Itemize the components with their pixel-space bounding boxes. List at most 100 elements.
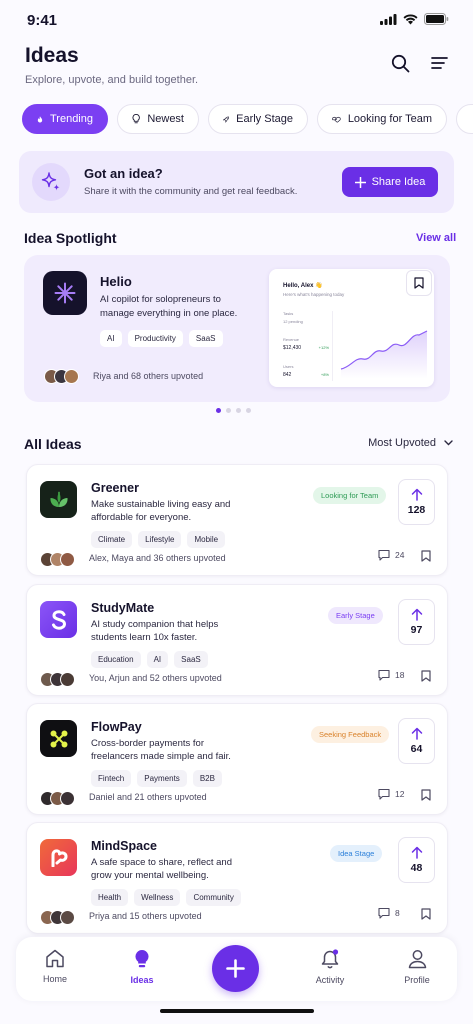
tag: Lifestyle [138, 531, 182, 548]
status-badge: Seeking Feedback [311, 726, 390, 743]
upvote-button[interactable]: 128 [398, 479, 435, 525]
chip-looking-for-team[interactable]: Looking for Team [317, 104, 447, 134]
comments-button[interactable]: 18 [378, 669, 404, 681]
banner-subtitle: Share it with the community and get real… [84, 186, 298, 197]
idea-card-studymate[interactable]: StudyMate AI study companion that helps … [26, 584, 448, 696]
idea-name: StudyMate [91, 601, 155, 615]
chip-label: Trending [49, 113, 93, 125]
arrow-up-icon [411, 608, 422, 621]
idea-card-flowpay[interactable]: FlowPay Cross-border payments for freela… [26, 703, 448, 815]
chip-label: Early Stage [236, 113, 293, 125]
preview-value: 842 [283, 372, 292, 378]
comments-button[interactable]: 8 [378, 907, 400, 919]
carousel-dot[interactable] [226, 408, 231, 413]
upvoter-avatars [40, 910, 75, 925]
spotlight-bookmark-button[interactable] [406, 270, 432, 296]
bookmark-icon [421, 908, 431, 920]
tab-activity[interactable]: Activity [300, 949, 360, 985]
comments-button[interactable]: 12 [378, 788, 404, 800]
user-icon [408, 950, 426, 969]
chip-label: Looking for Team [347, 113, 432, 125]
spotlight-description: AI copilot for solopreneurs to manage ev… [100, 294, 238, 319]
sort-dropdown[interactable]: Most Upvoted [368, 437, 453, 449]
tab-ideas[interactable]: Ideas [112, 949, 172, 985]
page-subtitle: Explore, upvote, and build together. [25, 74, 199, 86]
helio-logo [43, 271, 87, 315]
share-idea-label: Share Idea [371, 176, 426, 188]
tab-profile[interactable]: Profile [387, 949, 447, 985]
upvote-button[interactable]: 64 [398, 718, 435, 764]
comment-icon [378, 907, 390, 919]
chevron-down-icon [444, 440, 453, 446]
tab-label: Profile [404, 975, 430, 985]
bookmark-button[interactable] [421, 549, 431, 567]
bookmark-button[interactable] [421, 788, 431, 806]
carousel-dot[interactable] [236, 408, 241, 413]
add-idea-button[interactable] [212, 945, 259, 992]
preview-label: Revenue [283, 337, 300, 342]
idea-tags: Climate Lifestyle Mobile [91, 531, 226, 548]
tag: Education [91, 651, 141, 668]
spotlight-name: Helio [100, 274, 132, 289]
battery-icon [424, 13, 449, 25]
comment-count: 24 [395, 550, 405, 560]
tag: Wellness [134, 889, 181, 906]
mind-icon [51, 848, 67, 867]
studymate-logo [40, 601, 77, 638]
preview-stats: Tasks 12 pending Revenue $12,430 +12% Use… [283, 311, 333, 381]
bookmark-button[interactable] [421, 907, 431, 925]
filter-button[interactable] [428, 52, 450, 74]
tab-label: Activity [315, 975, 345, 985]
upvote-button[interactable]: 48 [398, 837, 435, 883]
comment-icon [378, 788, 390, 800]
carousel-dots[interactable] [216, 408, 251, 413]
tab-label: Home [42, 974, 67, 984]
spotlight-card[interactable]: Helio AI copilot for solopreneurs to man… [24, 255, 450, 402]
comment-icon [378, 669, 390, 681]
carousel-dot[interactable] [216, 408, 221, 413]
tag: Fintech [91, 770, 132, 787]
share-idea-button[interactable]: Share Idea [342, 167, 438, 197]
leaf-icon [49, 491, 68, 508]
comments-button[interactable]: 24 [378, 549, 404, 561]
chip-label: Newest [147, 113, 184, 125]
bookmark-button[interactable] [421, 669, 431, 687]
idea-card-mindspace[interactable]: MindSpace A safe space to share, reflect… [26, 822, 448, 934]
flowpay-logo [40, 720, 77, 757]
wifi-icon [403, 13, 418, 24]
chip-more[interactable] [456, 104, 473, 134]
rocket-icon [223, 116, 229, 123]
bottom-tab-bar: Home Ideas Activity Profile [16, 937, 457, 1001]
bookmark-icon [414, 277, 424, 289]
status-icons [380, 13, 449, 25]
idea-card-greener[interactable]: Greener Make sustainable living easy and… [26, 464, 448, 576]
carousel-dot[interactable] [246, 408, 251, 413]
all-ideas-title: All Ideas [24, 436, 82, 452]
search-button[interactable] [389, 52, 411, 74]
tag: Health [91, 889, 129, 906]
avatar [60, 672, 75, 687]
status-badge: Idea Stage [330, 845, 383, 862]
avatar [60, 552, 75, 567]
asterisk-icon [54, 282, 76, 304]
bookmark-icon [421, 550, 431, 562]
tab-home[interactable]: Home [25, 949, 85, 984]
chip-trending[interactable]: Trending [22, 104, 108, 134]
tag: Mobile [187, 531, 226, 548]
view-all-link[interactable]: View all [416, 232, 456, 244]
upvote-button[interactable]: 97 [398, 599, 435, 645]
tag: AI [100, 330, 122, 347]
tag: Climate [91, 531, 133, 548]
upvoter-avatars [40, 552, 75, 567]
chip-newest[interactable]: Newest [117, 104, 199, 134]
preview-greeting: Hello, Alex 👋 [283, 283, 323, 289]
spotlight-section-title: Idea Spotlight [24, 230, 117, 246]
letter-s-icon [51, 609, 66, 630]
status-time: 9:41 [27, 12, 58, 29]
upvoter-avatars [44, 369, 79, 384]
avatar [60, 910, 75, 925]
chip-early-stage[interactable]: Early Stage [208, 104, 308, 134]
vote-count: 128 [407, 504, 426, 516]
tag: Productivity [127, 330, 183, 347]
preview-sub: Here's what's happening today [283, 292, 345, 297]
